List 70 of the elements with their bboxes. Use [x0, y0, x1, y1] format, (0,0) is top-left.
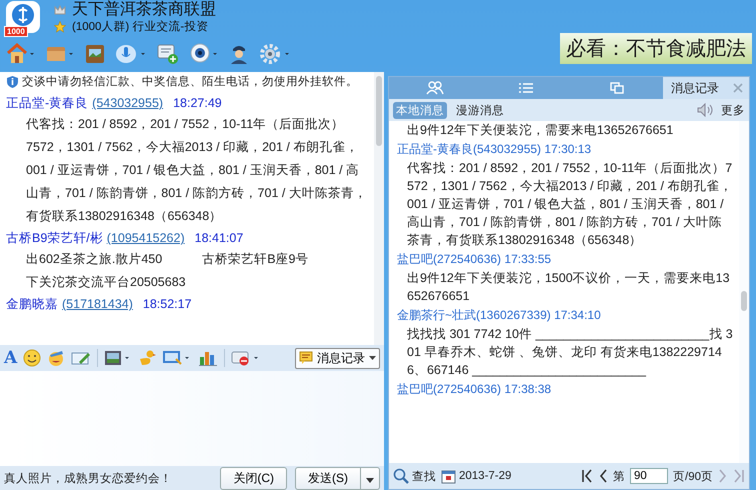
sender-name: 正品堂-黄春良	[6, 95, 88, 112]
message-header: 正品堂-黄春良(543032955) 17:30:13	[397, 141, 592, 158]
settings-icon[interactable]	[259, 43, 291, 65]
next-page-icon[interactable]	[718, 469, 728, 483]
message-header: 盐巴吧(272540636) 17:38:38	[397, 381, 552, 398]
caret-icon	[366, 478, 374, 482]
bar-chart-icon[interactable]	[198, 349, 218, 367]
message-time: 18:41:07	[194, 230, 244, 247]
message-text: 下关沱茶交流平台20505683	[26, 274, 186, 291]
money-bag-icon	[4, 1, 42, 35]
message-history-button[interactable]: 消息记录	[295, 348, 380, 368]
home-icon[interactable]	[6, 43, 36, 65]
calendar-icon	[441, 468, 456, 484]
page-total-label: 页/90页	[673, 470, 713, 484]
picture-frame-icon[interactable]	[84, 43, 106, 65]
windows-icon	[610, 82, 624, 94]
page-number-field[interactable]: 90	[630, 468, 668, 484]
message-header: 盐巴吧(272540636) 17:33:55	[397, 251, 552, 268]
message-text: 代客找：201 / 8592，201 / 7552，10-11年（后面批次）7572，1301 / 7562，今大福2013 / 印藏，201 / 布朗孔雀，001 / 亚运青饼，701 / 银色大益，801 / 玉润天香，801 / 高山青，701 / 陈韵青饼，801 / 陈韵方砖，701 / 大叶陈茶青，有货联系13802916348（656348）	[26, 116, 368, 225]
message-text: 出9件12年下关便装沱，需要来电13652676651	[406, 122, 674, 139]
history-tab[interactable]: 消息记录	[662, 77, 727, 99]
close-icon[interactable]	[726, 77, 749, 99]
webcam-icon[interactable]	[189, 43, 219, 65]
people-icon	[426, 81, 444, 95]
chat-add-icon[interactable]	[156, 43, 180, 65]
close-button[interactable]: 关闭(C)	[220, 466, 287, 490]
message-text: 代客找：201 / 8592，201 / 7552，10-11年（后面批次）7572，1301 / 7562，今大福2013 / 印藏，201 / 布朗孔雀，001 / 亚运青饼，701 / 银色大益，801 / 玉润天香，801 / 高山青，701 / 陈韵青饼，801 / 陈韵方砖，701 / 大叶陈茶青，有货联系13802916348（656348）	[406, 160, 733, 249]
caret-icon	[369, 356, 376, 360]
crown-icon	[54, 4, 66, 14]
user-id-link[interactable]: (543032955)	[92, 93, 164, 113]
search-icon	[393, 468, 409, 484]
message-text: 找找找 301 7742 10件 _________________________找 301 早春乔木、蛇饼 、兔饼、龙印 有货来电13822297146、667146 _________________________	[406, 326, 733, 379]
grinning-face-icon[interactable]	[47, 349, 66, 367]
edit-icon[interactable]	[71, 350, 92, 366]
last-page-icon[interactable]	[733, 469, 745, 483]
ad-link[interactable]: 真人照片，成熟男女恋爱约会！	[4, 470, 212, 486]
group-title: 天下普洱茶茶商联盟	[72, 1, 216, 18]
search-button[interactable]: 查找	[393, 468, 436, 484]
microphone-icon[interactable]	[115, 43, 147, 65]
message-text: 古桥荣艺轩B座9号	[202, 251, 308, 268]
group-subtitle: (1000人群) 行业交流-投资	[72, 19, 208, 34]
smiley-icon[interactable]	[23, 349, 42, 367]
speaker-icon[interactable]	[697, 103, 715, 117]
shield-icon	[6, 74, 19, 88]
member-badge: 1000	[4, 26, 28, 37]
message-header: 金鹏茶行~壮武(1360267339) 17:34:10	[397, 307, 602, 324]
send-options-button[interactable]	[361, 466, 380, 490]
scrollbar[interactable]	[374, 72, 384, 345]
message-time: 18:27:49	[173, 95, 222, 112]
message-time: 18:52:17	[142, 296, 192, 313]
page-label: 第	[613, 470, 625, 484]
more-link[interactable]: 更多	[721, 102, 745, 118]
date-picker[interactable]: 2013-7-29	[441, 468, 512, 484]
scrollbar[interactable]	[739, 121, 749, 463]
sender-name: 古桥B9荣艺轩/彬	[6, 230, 103, 247]
list-icon	[518, 82, 534, 94]
notice-text: 交谈中请勿轻信汇款、中奖信息、陌生电话，勿使用外挂软件。	[22, 74, 358, 89]
chat-bubble-icon	[299, 351, 313, 365]
user-id-link[interactable]: (517181434)	[62, 294, 133, 314]
ad-banner[interactable]: 必看：不节食减肥法	[560, 33, 752, 64]
previous-page-icon[interactable]	[598, 469, 608, 483]
history-subtab[interactable]: 漫游消息	[453, 102, 507, 118]
message-text: 出602圣茶之旅.散片450	[26, 251, 162, 268]
sender-name: 金鹏晓嘉	[6, 296, 58, 313]
user-id-link[interactable]: (1095415262)	[106, 228, 185, 248]
first-page-icon[interactable]	[581, 469, 593, 483]
send-button[interactable]: 发送(S)	[295, 466, 361, 490]
star-icon	[54, 20, 66, 32]
font-button[interactable]: A	[4, 348, 18, 368]
message-text: 出9件12年下关便装沱，1500不议价，一天，需要来电13652676651	[406, 270, 731, 305]
